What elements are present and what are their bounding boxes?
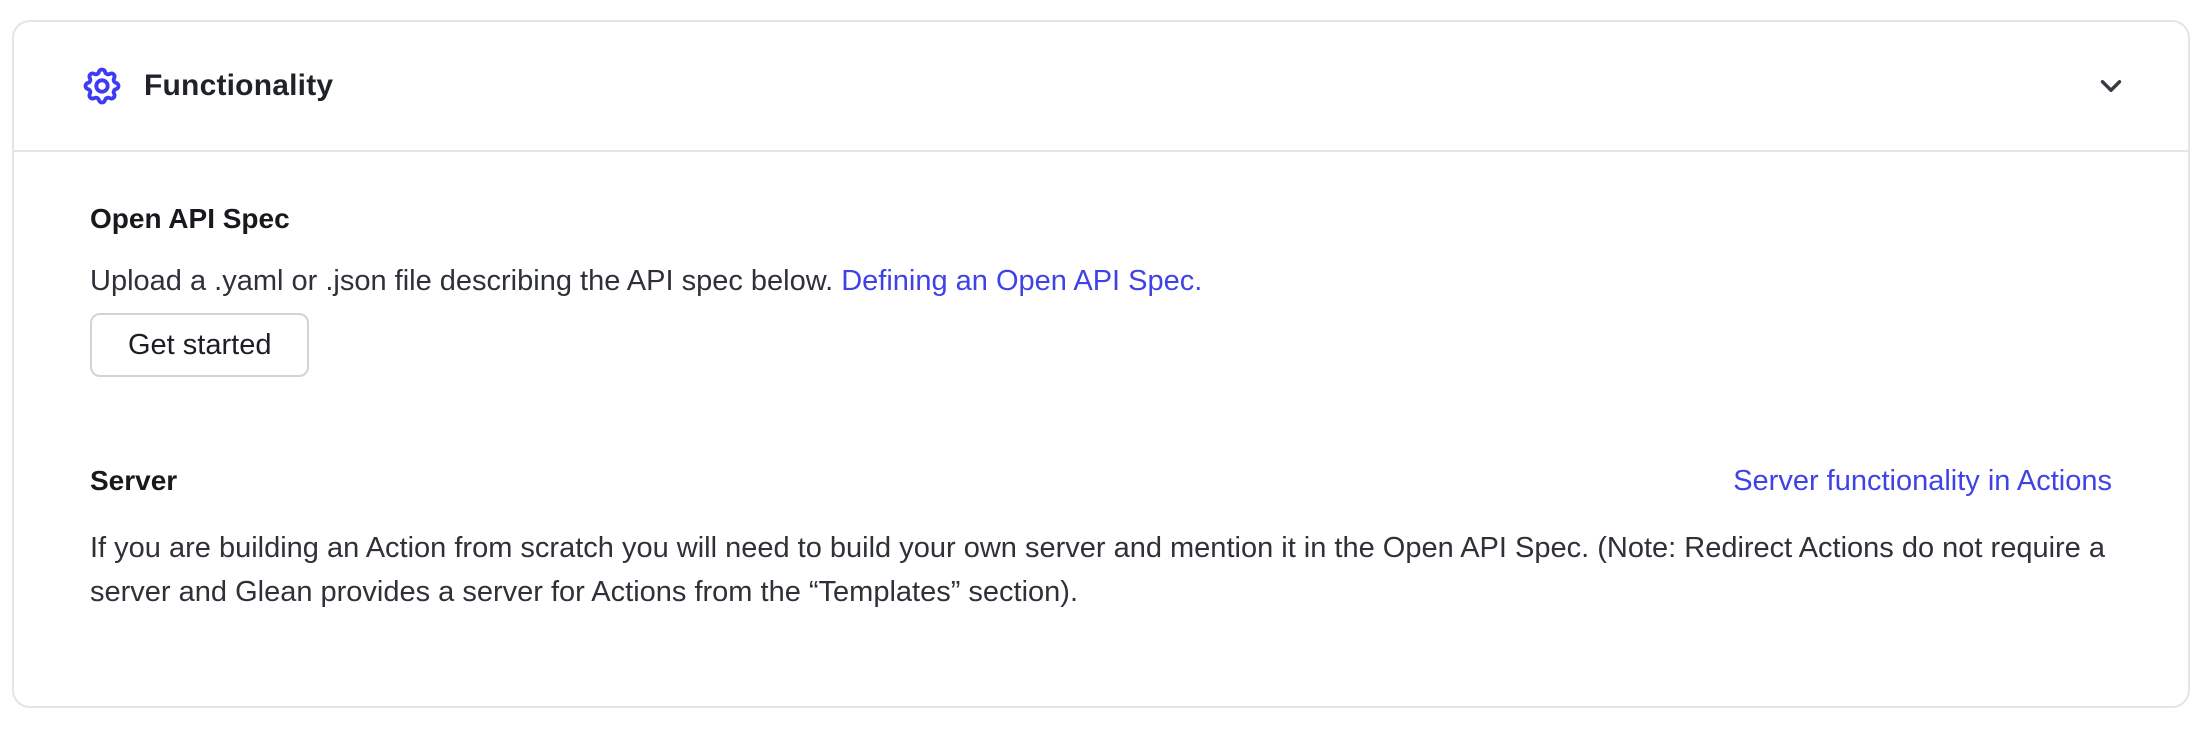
server-functionality-link[interactable]: Server functionality in Actions [1733,464,2112,498]
open-api-spec-heading: Open API Spec [90,202,2112,236]
functionality-card: Functionality Open API Spec Upload a .ya… [12,20,2190,708]
header-title-group: Functionality [80,64,333,108]
open-api-spec-section: Open API Spec Upload a .yaml or .json fi… [90,202,2112,377]
server-description: If you are building an Action from scrat… [90,526,2112,614]
server-heading: Server [90,464,177,498]
functionality-accordion-header[interactable]: Functionality [14,22,2188,152]
defining-open-api-spec-link[interactable]: Defining an Open API Spec. [841,265,1202,297]
chevron-down-icon[interactable] [2094,69,2128,103]
get-started-button[interactable]: Get started [90,313,309,377]
card-title: Functionality [144,69,333,103]
card-body: Open API Spec Upload a .yaml or .json fi… [14,152,2188,614]
open-api-spec-description: Upload a .yaml or .json file describing … [90,265,833,297]
server-heading-row: Server Server functionality in Actions [90,464,2112,498]
server-section: Server Server functionality in Actions I… [90,464,2112,614]
open-api-spec-description-row: Upload a .yaml or .json file describing … [90,259,2112,303]
gear-icon [80,64,124,108]
